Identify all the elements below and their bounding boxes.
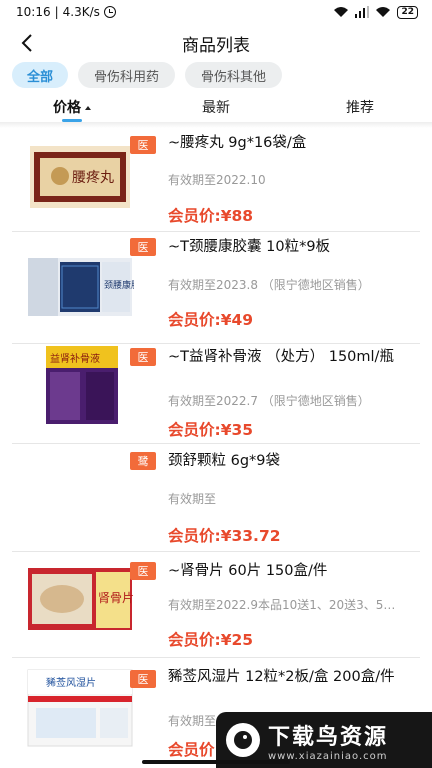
- tab-price-label: 价格: [53, 100, 81, 116]
- product-image-text: 豨莶风湿片: [46, 676, 96, 689]
- member-price: 会员价:¥49: [168, 308, 253, 330]
- product-item[interactable]: 颈腰康胶囊 医 ~T颈腰康胶囊 10粒*9板 有效期至2023.8 （限宁德地区…: [0, 232, 432, 344]
- prescription-badge: 医: [130, 238, 156, 256]
- page-title: 商品列表: [182, 35, 250, 56]
- product-item[interactable]: 鹭 颈舒颗粒 6g*9袋 有效期至 会员价:¥33.72: [0, 444, 432, 552]
- product-name: ~T益肾补骨液 （处方） 150ml/瓶: [168, 349, 394, 365]
- member-price-value: ¥33.72: [220, 527, 281, 545]
- product-image: 颈腰康胶囊: [28, 258, 134, 316]
- product-name: ~肾骨片 60片 150盒/件: [168, 563, 328, 579]
- bird-logo-icon: [226, 723, 260, 757]
- product-item[interactable]: 肾骨片 医 ~肾骨片 60片 150盒/件 有效期至2022.9本品10送1、2…: [0, 552, 432, 658]
- member-price: 会员价:¥88: [168, 204, 253, 226]
- filter-chip-all[interactable]: 全部: [12, 62, 69, 88]
- status-separator: |: [54, 5, 59, 19]
- product-item[interactable]: 腰疼丸 医 ~腰疼丸 9g*16袋/盒 有效期至2022.10 会员价:¥88: [0, 124, 432, 232]
- product-name: ~腰疼丸 9g*16袋/盒: [168, 135, 307, 151]
- prescription-badge: 医: [130, 670, 156, 688]
- status-bar: 10:16 | 4.3K/s 22: [0, 0, 432, 24]
- chevron-left-icon: [21, 34, 32, 52]
- member-price-label: 会员价:: [168, 527, 221, 545]
- prescription-badge: 医: [130, 562, 156, 580]
- product-image-text: 腰疼丸: [72, 170, 114, 186]
- battery-icon: 22: [397, 5, 418, 19]
- member-price: 会员价:¥35: [168, 418, 253, 440]
- watermark-title: 下载鸟资源: [268, 724, 389, 750]
- expiry-date: 有效期至2022.9本品10送1、20送3、5…: [168, 598, 396, 612]
- product-image-text: 肾骨片: [98, 591, 134, 605]
- back-button[interactable]: [14, 30, 40, 56]
- member-price-value: ¥88: [220, 207, 254, 225]
- status-time: 10:16: [16, 5, 51, 19]
- home-indicator[interactable]: [142, 760, 290, 764]
- nav-bar: 商品列表: [0, 24, 432, 62]
- expiry-date: 有效期至2023.8 （限宁德地区销售）: [168, 278, 370, 292]
- product-image: 豨莶风湿片: [27, 669, 133, 747]
- expiry-date: 有效期至2022.7 （限宁德地区销售）: [168, 394, 370, 408]
- network-speed: 4.3K/s: [62, 5, 100, 19]
- product-name: 颈舒颗粒 6g*9袋: [168, 453, 281, 469]
- product-image: 腰疼丸: [30, 146, 130, 208]
- product-image-text: 益肾补骨液: [50, 352, 100, 365]
- member-price-label: 会员价:: [168, 207, 221, 225]
- sort-ascending-icon: [85, 106, 91, 110]
- product-item[interactable]: 益肾补骨液 医 ~T益肾补骨液 （处方） 150ml/瓶 有效期至2022.7 …: [0, 344, 432, 444]
- member-price-value: ¥25: [220, 631, 254, 649]
- product-image: 益肾补骨液: [46, 346, 118, 424]
- filter-chip-orthopedic-medicine[interactable]: 骨伤科用药: [78, 62, 176, 88]
- alarm-icon: [103, 6, 116, 18]
- tab-newest[interactable]: 最新: [144, 92, 288, 122]
- supplier-badge: 鹭: [130, 452, 156, 470]
- wifi-icon: [376, 7, 391, 17]
- tab-newest-label: 最新: [202, 100, 230, 116]
- category-filter-row: 全部 骨伤科用药 骨伤科其他: [12, 62, 283, 88]
- filter-chip-orthopedic-other[interactable]: 骨伤科其他: [185, 62, 283, 88]
- member-price-label: 会员价:: [168, 631, 221, 649]
- wifi-icon: [334, 7, 349, 17]
- tab-recommended[interactable]: 推荐: [288, 92, 432, 122]
- product-name: ~T颈腰康胶囊 10粒*9板: [168, 239, 331, 255]
- signal-icon: [355, 6, 370, 18]
- expiry-date: 有效期至: [168, 492, 217, 506]
- sort-tabs: 价格 最新 推荐: [0, 92, 432, 122]
- prescription-badge: 医: [130, 136, 156, 154]
- member-price: 会员价:¥25: [168, 628, 253, 650]
- prescription-badge: 医: [130, 348, 156, 366]
- member-price: 会员价:¥33.72: [168, 524, 281, 546]
- member-price-label: 会员价:: [168, 741, 221, 759]
- tab-price[interactable]: 价格: [0, 92, 144, 122]
- expiry-date: 有效期至2022.10: [168, 173, 266, 187]
- member-price-value: ¥49: [220, 311, 254, 329]
- product-name: 豨莶风湿片 12粒*2板/盒 200盒/件: [168, 669, 395, 685]
- member-price-label: 会员价:: [168, 421, 221, 439]
- product-image-text: 颈腰康胶囊: [104, 279, 134, 291]
- member-price-label: 会员价:: [168, 311, 221, 329]
- member-price-value: ¥35: [220, 421, 254, 439]
- tab-recommended-label: 推荐: [346, 100, 374, 116]
- product-image: 肾骨片: [28, 568, 134, 630]
